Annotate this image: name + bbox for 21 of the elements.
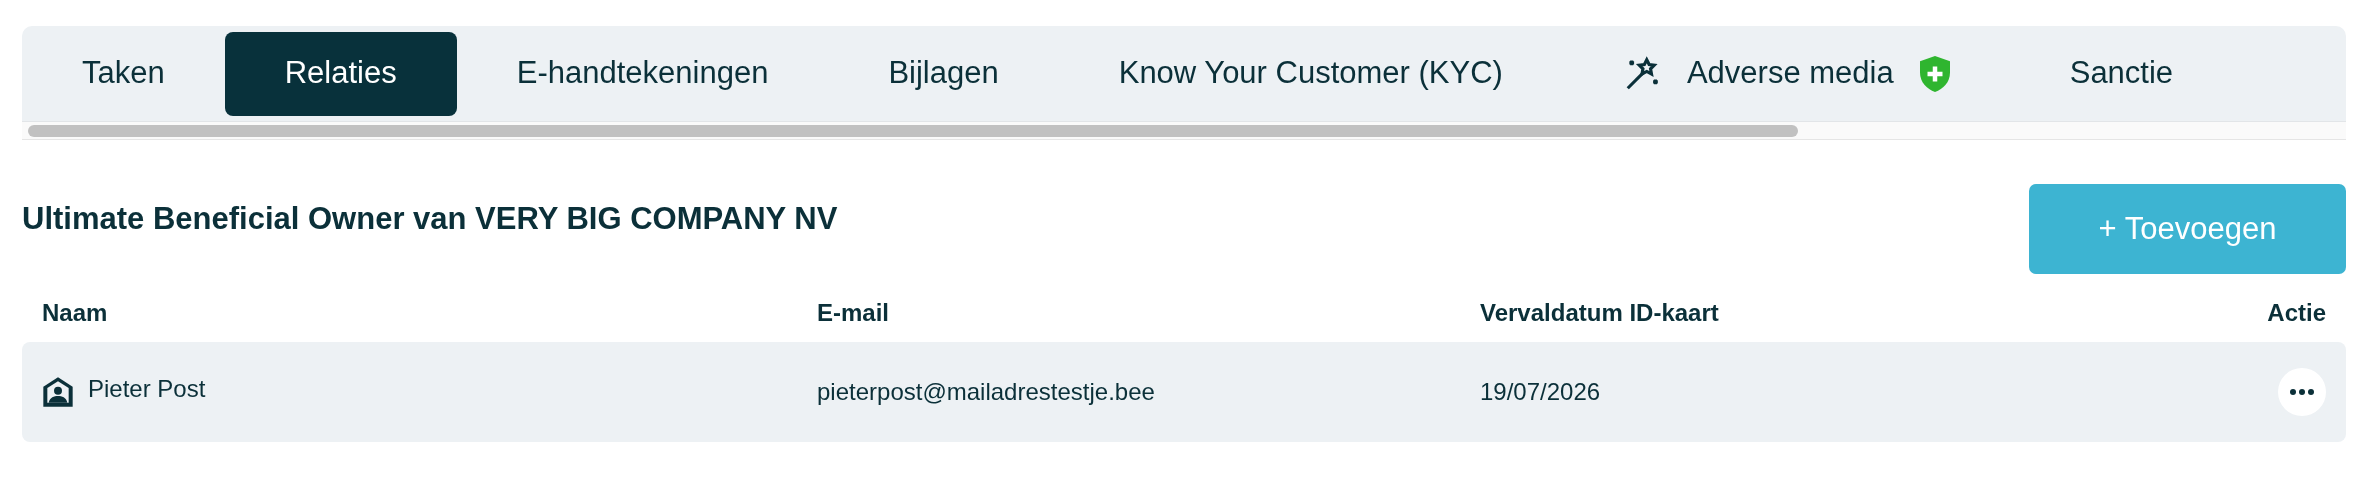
column-header: Vervaldatum ID-kaart (1480, 298, 1720, 328)
tab[interactable]: Relaties (224, 31, 457, 116)
tab[interactable]: Sanctie (2009, 31, 2234, 116)
tab[interactable]: Know Your Customer (KYC) (1058, 31, 1563, 116)
table-cell-text: pieterpost@mailadrestestje.bee (817, 377, 1155, 407)
scrollbar[interactable] (22, 122, 2346, 140)
more-icon (2290, 389, 2314, 395)
column-header: E-mail (817, 298, 891, 328)
more-button[interactable] (2278, 368, 2326, 416)
column-header: Naam (42, 298, 109, 328)
tab[interactable]: Adverse media (1562, 31, 2010, 116)
column-header: Actie (2267, 298, 2326, 328)
tab[interactable]: Taken (22, 31, 225, 116)
table-cell-text: Pieter Post (88, 374, 206, 404)
table-cell-text: 19/07/2026 (1480, 377, 1601, 407)
person-icon (42, 376, 74, 408)
tab[interactable]: Bijlagen (828, 31, 1059, 116)
section-title: Ultimate Beneficial Owner van VERY BIG COMPANY NV (22, 200, 838, 238)
shield-plus-icon (1919, 55, 1950, 92)
tab[interactable]: E-handtekeningen (456, 31, 829, 116)
scrollbar-thumb[interactable] (28, 124, 1798, 137)
